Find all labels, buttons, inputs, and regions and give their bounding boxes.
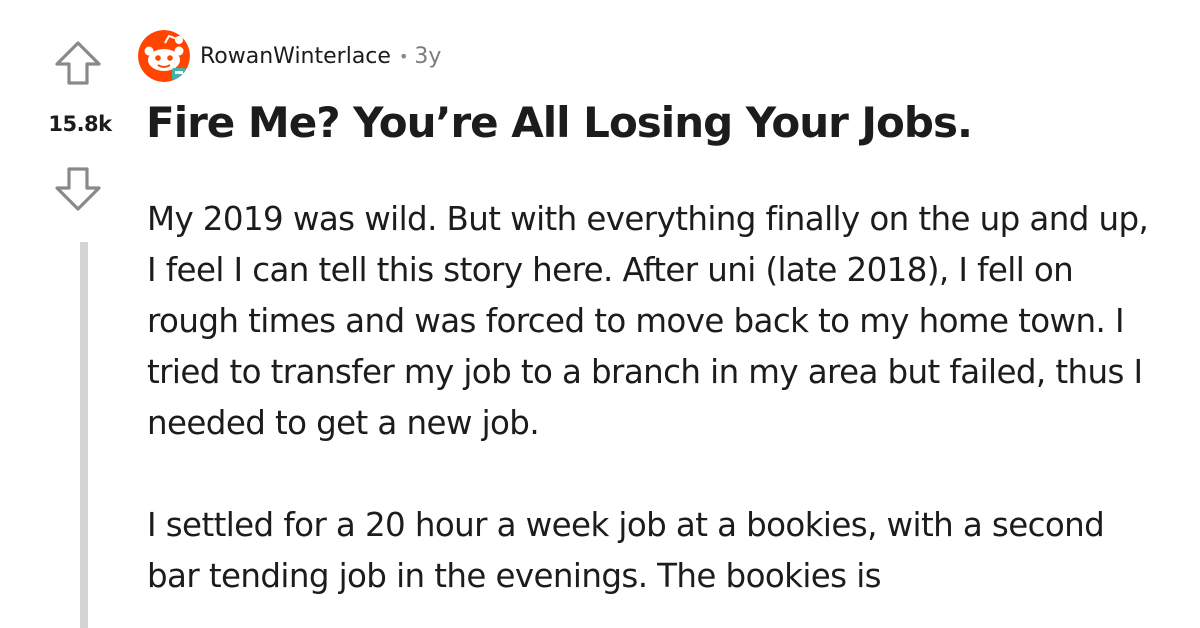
post-age: 3y — [414, 43, 442, 69]
post-paragraph: I settled for a 20 hour a week job at a … — [147, 506, 1105, 595]
meta-separator: • — [398, 46, 409, 66]
post-body: My 2019 was wild. But with everything fi… — [147, 194, 1157, 628]
vote-column: 15.8k — [0, 0, 140, 628]
reddit-snoo-avatar-icon[interactable] — [138, 30, 190, 82]
post-title[interactable]: Fire Me? You’re All Losing Your Jobs. — [146, 98, 973, 148]
author-username[interactable]: RowanWinterlace — [200, 44, 391, 69]
post-header: RowanWinterlace • 3y — [138, 28, 441, 84]
post-paragraph: My 2019 was wild. But with everything fi… — [147, 200, 1149, 442]
thread-collapse-line[interactable] — [80, 242, 88, 628]
upvote-arrow-icon[interactable] — [52, 38, 104, 90]
vote-score: 15.8k — [48, 112, 112, 136]
downvote-arrow-icon[interactable] — [52, 162, 104, 214]
